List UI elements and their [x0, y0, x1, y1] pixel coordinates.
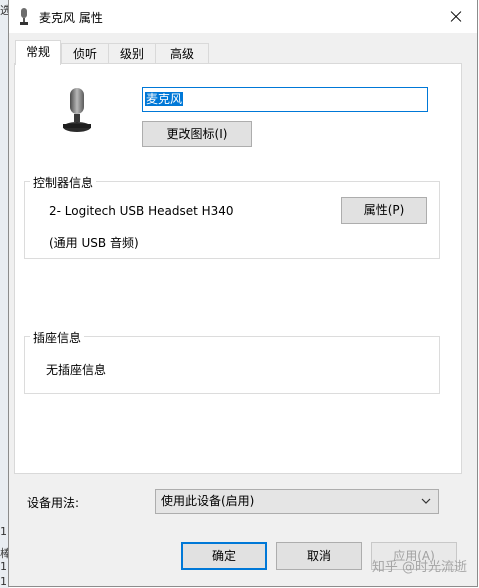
window-title: 麦克风 属性: [39, 11, 103, 25]
device-name-text: 麦克风: [145, 92, 184, 106]
tab-advanced[interactable]: 高级: [155, 43, 209, 63]
microphone-icon: [20, 8, 28, 25]
device-name-input[interactable]: 麦克风: [142, 87, 428, 112]
close-button[interactable]: [433, 0, 477, 32]
jack-info-group: 插座信息 无插座信息: [24, 329, 440, 394]
controller-device-type: (通用 USB 音频): [49, 236, 139, 250]
tab-listen[interactable]: 侦听: [61, 43, 109, 63]
device-usage-select[interactable]: 使用此设备(启用): [155, 489, 439, 514]
controller-info-heading: 控制器信息: [30, 174, 97, 191]
jack-info-heading: 插座信息: [30, 329, 85, 346]
microphone-icon: [63, 88, 91, 132]
controller-properties-button[interactable]: 属性(P): [341, 197, 427, 224]
tab-general[interactable]: 常规: [15, 40, 61, 65]
jack-info-text: 无插座信息: [46, 363, 107, 377]
chevron-down-icon: [421, 498, 431, 504]
device-usage-value: 使用此设备(启用): [161, 494, 255, 508]
change-icon-button[interactable]: 更改图标(I): [142, 121, 252, 147]
tab-levels[interactable]: 级别: [108, 43, 156, 63]
device-usage-label: 设备用法:: [27, 496, 80, 510]
ok-button[interactable]: 确定: [181, 542, 267, 570]
title-bar[interactable]: 麦克风 属性: [9, 0, 477, 33]
watermark: 知乎 @时光流逝: [371, 560, 467, 575]
cancel-button[interactable]: 取消: [276, 542, 362, 570]
controller-device-name: 2- Logitech USB Headset H340: [49, 204, 234, 218]
